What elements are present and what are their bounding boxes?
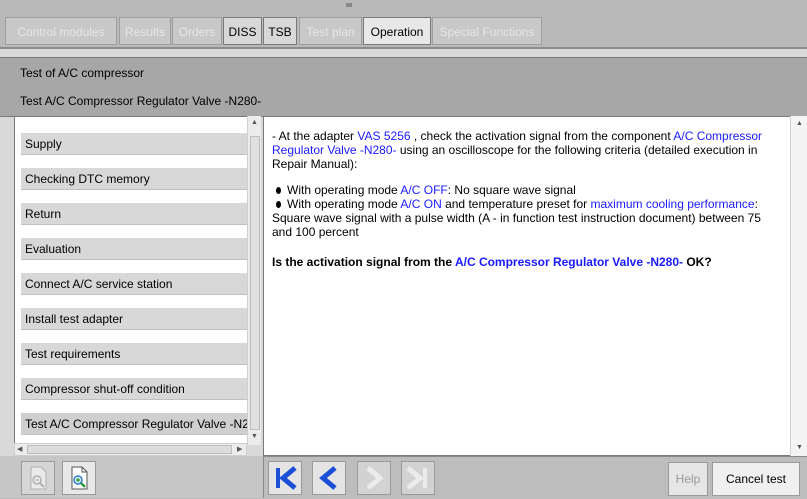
tab-control-modules[interactable]: Control modules [5,17,117,45]
text: and temperature preset for [441,197,591,211]
text: With operating mode [287,183,401,197]
tab-diss[interactable]: DISS [223,17,262,45]
step-item-connect-ac-service-station[interactable]: Connect A/C service station [21,273,256,295]
tab-results[interactable]: Results [119,17,171,45]
bullet-icon [276,200,281,208]
link-vas-5256[interactable]: VAS 5256 [357,129,410,143]
skip-first-icon [276,466,297,490]
chevron-left-icon [319,466,337,490]
grip-handle[interactable] [346,3,352,7]
previous-step-button[interactable] [312,461,346,495]
text: - At the adapter [272,129,358,143]
scroll-up-icon[interactable]: ▲ [251,119,258,126]
step-item-checking-dtc-memory[interactable]: Checking DTC memory [21,168,256,190]
scroll-down-icon[interactable]: ▼ [796,444,803,451]
help-button[interactable]: Help [668,462,708,496]
scroll-left-icon[interactable]: ◀ [17,445,22,453]
step-item-test-requirements[interactable]: Test requirements [21,343,256,365]
header-panel: Test of A/C compressor Test A/C Compress… [0,57,807,117]
scroll-right-icon[interactable]: ▶ [237,445,242,453]
text: Is the activation signal from the [272,255,455,269]
h-scroll-thumb[interactable] [27,445,232,454]
tab-tsb[interactable]: TSB [263,17,297,45]
tab-operation[interactable]: Operation [363,17,431,45]
instruction-scrollbar[interactable]: ▲ ▼ [790,116,807,456]
header-subtitle: Test A/C Compressor Regulator Valve -N28… [20,94,262,108]
step-item-install-test-adapter[interactable]: Install test adapter [21,308,256,330]
cancel-test-button[interactable]: Cancel test [712,462,800,496]
step-item-return[interactable]: Return [21,203,256,225]
step-item-evaluation[interactable]: Evaluation [21,238,256,260]
step-item-compressor-shut-off-condition[interactable]: Compressor shut-off condition [21,378,256,400]
bullet-ac-on: With operating mode A/C ON and temperatu… [272,197,782,239]
link-ac-off[interactable]: A/C OFF [400,183,447,197]
instruction-text: - At the adapter VAS 5256 , check the ac… [272,129,782,269]
step-item-supply[interactable]: Supply [21,133,256,155]
header-title: Test of A/C compressor [20,66,145,80]
zoom-in-document-button[interactable] [62,461,96,495]
next-step-button[interactable] [357,461,391,495]
skip-last-icon [406,466,427,490]
scroll-up-icon[interactable]: ▲ [796,120,803,127]
tab-orders[interactable]: Orders [172,17,222,45]
tab-test-plan[interactable]: Test plan [299,17,362,45]
bullet-icon [276,186,281,194]
link-maximum-cooling-performance[interactable]: maximum cooling performance [591,197,755,211]
bullet-ac-off: With operating mode A/C OFF: No square w… [272,183,782,197]
link-ac-on[interactable]: A/C ON [400,197,441,211]
last-step-button[interactable] [401,461,435,495]
zoom-out-document-button[interactable] [21,461,55,495]
step-item-test-regulator-valve[interactable]: Test A/C Compressor Regulator Valve -N28… [21,413,256,435]
first-step-button[interactable] [268,461,302,495]
text: , check the activation signal from the c… [410,129,674,143]
step-list-horizontal-scrollbar[interactable]: ◀ ▶ [14,443,247,456]
text: OK? [683,255,712,269]
scroll-down-icon[interactable]: ▼ [251,433,258,440]
zoom-in-document-icon [71,466,88,490]
zoom-out-document-icon [30,466,47,490]
tab-special-functions[interactable]: Special Functions [432,17,542,45]
link-regulator-valve[interactable]: A/C Compressor Regulator Valve -N280- [455,255,683,269]
question-text: Is the activation signal from the A/C Co… [272,255,782,269]
instruction-paragraph: - At the adapter VAS 5256 , check the ac… [272,129,782,171]
chevron-right-icon [366,466,384,490]
step-list: Supply Checking DTC memory Return Evalua… [14,116,261,445]
scroll-thumb[interactable] [250,136,260,430]
text: : No square wave signal [447,183,576,197]
step-list-vertical-scrollbar[interactable]: ▲ ▼ [247,116,261,445]
text: With operating mode [287,197,401,211]
